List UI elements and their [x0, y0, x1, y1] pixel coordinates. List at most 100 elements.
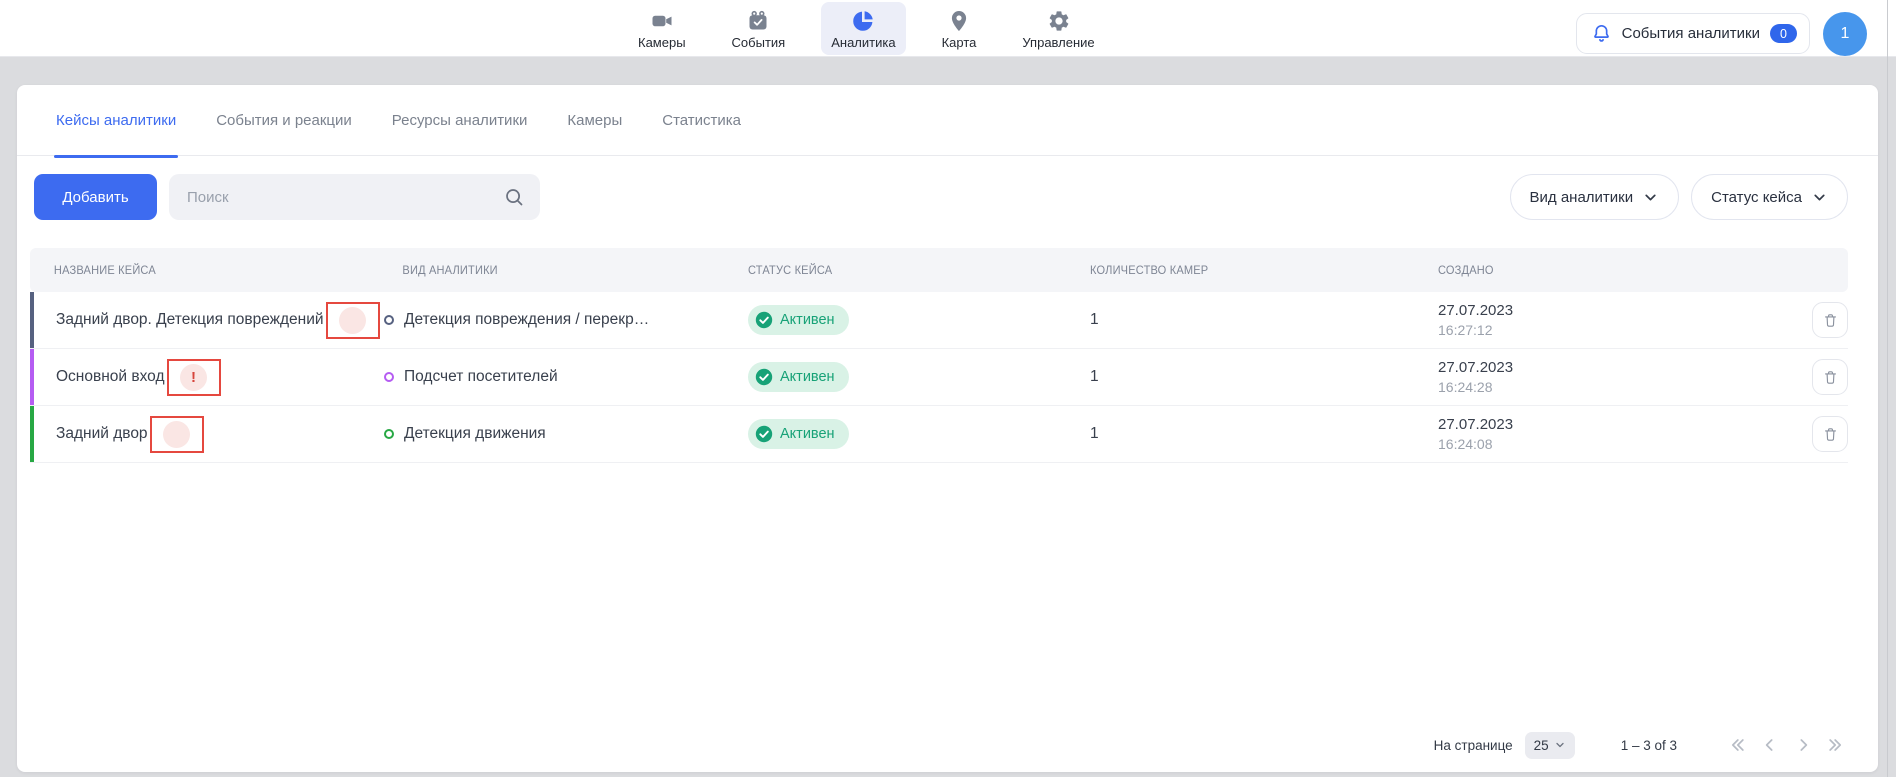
camera-count: 1 — [1090, 425, 1438, 443]
bell-icon — [1591, 23, 1612, 44]
warning-annotation-box — [326, 302, 380, 339]
per-page-value: 25 — [1534, 738, 1549, 753]
analytics-type-filter[interactable]: Вид аналитики — [1510, 174, 1680, 220]
nav-item-label: Управление — [1022, 35, 1094, 50]
search-icon[interactable] — [503, 186, 525, 208]
add-button[interactable]: Добавить — [34, 174, 157, 220]
nav-item-analytics[interactable]: Аналитика — [821, 2, 905, 55]
warning-annotation-box — [150, 416, 204, 453]
trash-icon — [1822, 312, 1839, 329]
map-pin-icon — [946, 8, 972, 34]
scrollbar-edge — [1887, 0, 1888, 777]
filter-group: Вид аналитики Статус кейса — [1510, 174, 1848, 220]
per-page-label: На странице — [1434, 738, 1513, 753]
nav-item-label: Камеры — [638, 35, 686, 50]
row-accent-bar — [30, 349, 34, 405]
table-footer: На странице 25 1 – 3 of 3 — [1434, 730, 1848, 760]
column-header-case-name: НАЗВАНИЕ КЕЙСА — [30, 263, 356, 277]
content-card: Кейсы аналитики События и реакции Ресурс… — [17, 85, 1878, 772]
filter-label: Статус кейса — [1711, 189, 1802, 206]
avatar[interactable]: 1 — [1823, 12, 1867, 56]
nav-item-label: Карта — [942, 35, 977, 50]
events-button-label: События аналитики — [1622, 25, 1760, 42]
analytics-type-label: Детекция повреждения / перекр… — [404, 311, 649, 329]
cases-table: НАЗВАНИЕ КЕЙСА ВИД АНАЛИТИКИ СТАТУС КЕЙС… — [30, 248, 1848, 463]
nav-item-map[interactable]: Карта — [932, 2, 987, 55]
gear-icon — [1046, 8, 1072, 34]
case-name: Задний двор — [56, 425, 148, 443]
prev-page-button[interactable] — [1758, 733, 1782, 757]
delete-button[interactable] — [1812, 359, 1848, 395]
table-row[interactable]: Задний двор. Детекция повреждений Детекц… — [30, 292, 1848, 349]
pagination-controls — [1725, 733, 1848, 757]
trash-icon — [1822, 369, 1839, 386]
analytics-type-label: Детекция движения — [404, 425, 546, 443]
search-box — [169, 174, 540, 220]
tab-analytics-cases[interactable]: Кейсы аналитики — [56, 85, 176, 156]
chevron-down-icon — [1642, 189, 1659, 206]
table-header-row: НАЗВАНИЕ КЕЙСА ВИД АНАЛИТИКИ СТАТУС КЕЙС… — [30, 248, 1848, 292]
events-count-badge: 0 — [1770, 24, 1797, 43]
tab-events-reactions[interactable]: События и реакции — [216, 85, 352, 156]
trash-icon — [1822, 426, 1839, 443]
tab-bar: Кейсы аналитики События и реакции Ресурс… — [17, 85, 1878, 156]
pie-chart-icon — [850, 8, 876, 34]
camera-count: 1 — [1090, 368, 1438, 386]
created-date: 27.07.2023 — [1438, 358, 1780, 378]
created-time: 16:24:08 — [1438, 435, 1780, 454]
check-circle-icon — [755, 311, 773, 329]
top-header-bar: Камеры События Аналитика Карта — [0, 0, 1896, 57]
analytics-type-icon — [384, 429, 394, 439]
chevron-down-icon — [1811, 189, 1828, 206]
check-circle-icon — [755, 425, 773, 443]
search-input[interactable] — [169, 174, 503, 220]
nav-item-cameras[interactable]: Камеры — [628, 2, 696, 55]
analytics-events-button[interactable]: События аналитики 0 — [1576, 13, 1810, 54]
warning-icon[interactable] — [163, 421, 190, 448]
next-page-button[interactable] — [1791, 733, 1815, 757]
warning-annotation-box: ! — [167, 359, 221, 396]
nav-item-label: Аналитика — [831, 35, 895, 50]
warning-icon[interactable]: ! — [180, 364, 207, 391]
check-circle-icon — [755, 368, 773, 386]
row-accent-bar — [30, 292, 34, 348]
status-label: Активен — [780, 426, 835, 442]
tab-analytics-resources[interactable]: Ресурсы аналитики — [392, 85, 528, 156]
tab-cameras[interactable]: Камеры — [567, 85, 622, 156]
first-page-button[interactable] — [1725, 733, 1749, 757]
top-nav: Камеры События Аналитика Карта — [628, 0, 1105, 57]
last-page-button[interactable] — [1824, 733, 1848, 757]
pagination-range: 1 – 3 of 3 — [1621, 738, 1677, 753]
created-time: 16:24:28 — [1438, 378, 1780, 397]
column-header-camera-count: КОЛИЧЕСТВО КАМЕР — [1090, 263, 1410, 277]
column-header-case-status: СТАТУС КЕЙСА — [748, 263, 1063, 277]
created-date: 27.07.2023 — [1438, 415, 1780, 435]
case-name: Задний двор. Детекция повреждений — [56, 311, 324, 329]
analytics-type-icon — [384, 372, 394, 382]
filter-label: Вид аналитики — [1530, 189, 1634, 206]
camera-count: 1 — [1090, 311, 1438, 329]
warning-icon[interactable] — [339, 307, 366, 334]
analytics-type-icon — [384, 315, 394, 325]
created-date: 27.07.2023 — [1438, 301, 1780, 321]
nav-item-management[interactable]: Управление — [1012, 2, 1104, 55]
chevron-down-icon — [1554, 739, 1566, 751]
nav-item-events[interactable]: События — [722, 2, 796, 55]
video-camera-icon — [649, 8, 675, 34]
status-badge: Активен — [748, 362, 849, 392]
case-name: Основной вход — [56, 368, 165, 386]
analytics-type-label: Подсчет посетителей — [404, 368, 558, 386]
status-label: Активен — [780, 312, 835, 328]
column-header-analytics-type: ВИД АНАЛИТИКИ — [384, 263, 719, 277]
per-page-select[interactable]: 25 — [1525, 732, 1575, 759]
tab-statistics[interactable]: Статистика — [662, 85, 741, 156]
created-time: 16:27:12 — [1438, 321, 1780, 340]
table-row[interactable]: Задний двор Детекция движения Активен 1 … — [30, 406, 1848, 463]
delete-button[interactable] — [1812, 416, 1848, 452]
table-row[interactable]: Основной вход ! Подсчет посетителей Акти… — [30, 349, 1848, 406]
calendar-check-icon — [745, 8, 771, 34]
toolbar: Добавить Вид аналитики Статус кейса — [17, 174, 1878, 220]
app-viewport: Камеры События Аналитика Карта — [0, 0, 1896, 777]
delete-button[interactable] — [1812, 302, 1848, 338]
case-status-filter[interactable]: Статус кейса — [1691, 174, 1848, 220]
